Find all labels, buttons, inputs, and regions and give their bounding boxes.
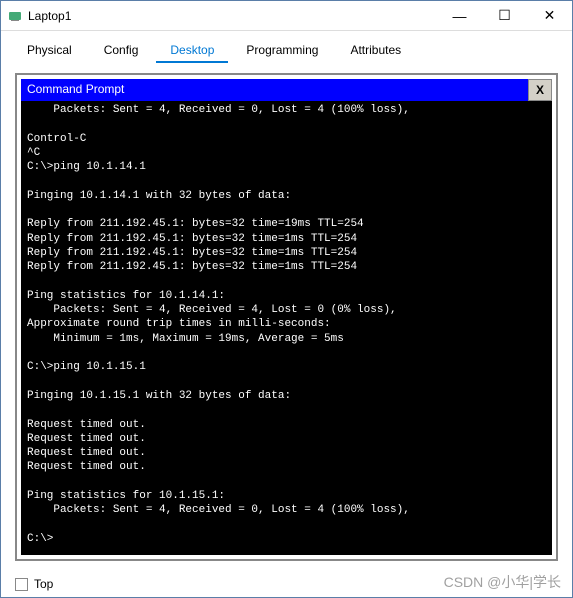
command-prompt-title: Command Prompt xyxy=(21,79,528,101)
maximize-button[interactable]: ☐ xyxy=(482,1,527,30)
close-button[interactable]: ✕ xyxy=(527,1,572,30)
window-controls: — ☐ ✕ xyxy=(437,1,572,30)
titlebar[interactable]: Laptop1 — ☐ ✕ xyxy=(1,1,572,31)
top-label: Top xyxy=(34,577,53,591)
tab-programming[interactable]: Programming xyxy=(232,39,332,63)
terminal-output[interactable]: Packets: Sent = 4, Received = 0, Lost = … xyxy=(21,101,552,555)
app-window: Laptop1 — ☐ ✕ Physical Config Desktop Pr… xyxy=(0,0,573,598)
command-prompt-header: Command Prompt X xyxy=(21,79,552,101)
window-title: Laptop1 xyxy=(28,9,437,23)
command-prompt-panel: Command Prompt X Packets: Sent = 4, Rece… xyxy=(15,73,558,561)
content-area: Command Prompt X Packets: Sent = 4, Rece… xyxy=(1,63,572,571)
tab-config[interactable]: Config xyxy=(90,39,153,63)
app-icon xyxy=(7,8,23,24)
top-checkbox[interactable] xyxy=(15,578,28,591)
command-prompt-close-button[interactable]: X xyxy=(528,79,552,101)
tab-desktop[interactable]: Desktop xyxy=(156,39,228,63)
minimize-button[interactable]: — xyxy=(437,1,482,30)
bottom-bar: Top xyxy=(1,571,572,597)
tab-bar: Physical Config Desktop Programming Attr… xyxy=(1,31,572,63)
tab-physical[interactable]: Physical xyxy=(13,39,86,63)
tab-attributes[interactable]: Attributes xyxy=(336,39,415,63)
